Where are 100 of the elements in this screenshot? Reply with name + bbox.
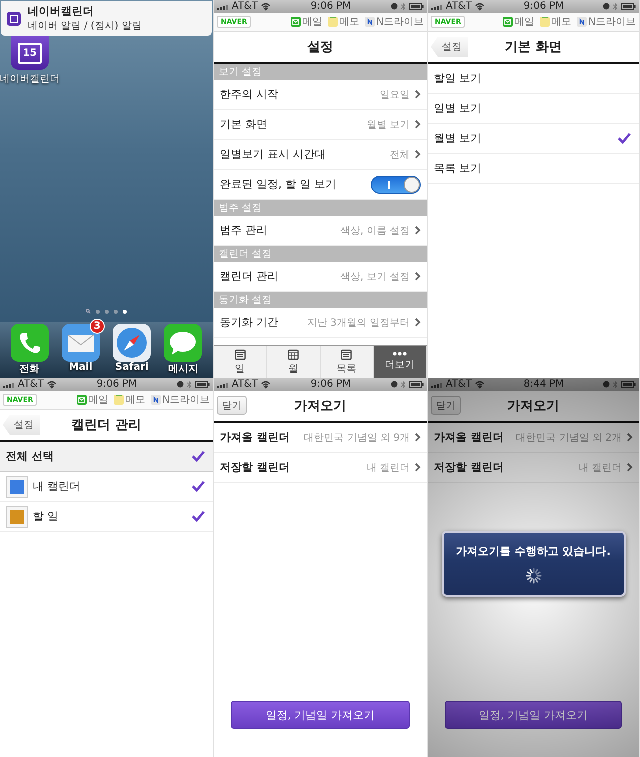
progress-message: 가져오기를 수행하고 있습니다. bbox=[456, 544, 611, 558]
row-label: 기본 화면 bbox=[220, 117, 268, 132]
settings-row[interactable]: 일별보기 표시 시간대 전체 bbox=[214, 140, 427, 170]
screen-title: 설정 bbox=[308, 39, 334, 56]
app-label: Safari bbox=[115, 362, 149, 373]
import-button[interactable]: 일정, 기념일 가져오기 bbox=[445, 701, 622, 729]
carrier-name: AT&T bbox=[232, 379, 258, 390]
service-link[interactable]: 메일 bbox=[290, 15, 323, 29]
battery-icon bbox=[409, 3, 424, 10]
calendar-row[interactable]: 할 일 bbox=[0, 502, 213, 532]
section-header: 범주 설정 bbox=[214, 200, 427, 216]
chevron-right-icon bbox=[415, 272, 421, 281]
option-row[interactable]: 할일 보기 bbox=[428, 64, 639, 94]
bluetooth-icon bbox=[613, 380, 618, 388]
row-label: 저장할 캘린더 bbox=[220, 460, 290, 475]
carrier-name: AT&T bbox=[18, 379, 44, 390]
notification-banner[interactable]: 네이버캘린더 네이버 알림 / (정시) 알림 bbox=[1, 1, 212, 36]
close-button[interactable]: 닫기 bbox=[217, 396, 247, 415]
row-value: 대한민국 기념일 외 2개 bbox=[516, 432, 622, 444]
phone-icon[interactable] bbox=[10, 324, 49, 362]
notification-badge: 3 bbox=[90, 319, 105, 334]
envelope-icon bbox=[76, 395, 87, 405]
section-header: 보기 설정 bbox=[214, 64, 427, 80]
chevron-right-icon bbox=[415, 318, 421, 327]
service-link[interactable]: N드라이브 bbox=[150, 393, 210, 407]
settings-row[interactable]: 기본 화면 월별 보기 bbox=[214, 110, 427, 140]
option-row[interactable]: 월별 보기 bbox=[428, 124, 639, 154]
section-header: 동기화 설정 bbox=[214, 292, 427, 308]
carrier-name: AT&T bbox=[232, 1, 258, 12]
wifi-icon bbox=[475, 380, 486, 388]
status-time: 9:06 PM bbox=[522, 1, 566, 12]
battery-icon bbox=[409, 381, 424, 388]
row-label: 범주 관리 bbox=[220, 223, 268, 238]
wifi-icon bbox=[261, 2, 272, 10]
option-label: 목록 보기 bbox=[434, 161, 482, 176]
bluetooth-icon bbox=[613, 2, 618, 10]
notification-title: 네이버캘린더 bbox=[28, 4, 95, 19]
chevron-right-icon bbox=[415, 90, 421, 99]
list-row[interactable]: 가져올 캘린더 대한민국 기념일 외 2개 bbox=[428, 423, 639, 453]
close-button[interactable]: 닫기 bbox=[431, 396, 461, 415]
envelope-icon bbox=[502, 17, 513, 27]
service-link[interactable]: 메모 bbox=[540, 15, 572, 29]
service-link[interactable]: N드라이브 bbox=[576, 15, 636, 29]
page-dot[interactable] bbox=[105, 310, 109, 314]
row-label: 완료된 일정, 할 일 보기 bbox=[220, 177, 336, 192]
row-label: 한주의 시작 bbox=[220, 87, 278, 102]
bluetooth-icon bbox=[187, 380, 192, 388]
page-dot[interactable] bbox=[96, 310, 100, 314]
status-time: 8:44 PM bbox=[522, 379, 566, 390]
wifi-icon bbox=[261, 380, 272, 388]
drive-icon bbox=[576, 17, 587, 27]
row-value: 색상, 보기 설정 bbox=[340, 270, 410, 284]
row-label: 일별보기 표시 시간대 bbox=[220, 147, 326, 162]
search-icon[interactable] bbox=[86, 309, 91, 314]
chevron-right-icon bbox=[415, 463, 421, 472]
settings-row[interactable]: 한주의 시작 일요일 bbox=[214, 80, 427, 110]
page-dot[interactable] bbox=[123, 310, 127, 314]
list-row[interactable]: 가져올 캘린더 대한민국 기념일 외 9개 bbox=[214, 423, 427, 453]
tab[interactable]: 더보기 bbox=[374, 346, 427, 378]
calendar-app-icon[interactable]: 15 bbox=[11, 36, 49, 70]
app-label: 메시지 bbox=[168, 363, 198, 376]
row-label: 캘린더 관리 bbox=[220, 269, 278, 284]
speech-bubble-icon[interactable] bbox=[164, 324, 202, 362]
app-label: 네이버캘린더 bbox=[0, 73, 60, 86]
service-link[interactable]: 메모 bbox=[328, 15, 360, 29]
row-value: 대한민국 기념일 외 9개 bbox=[304, 432, 410, 444]
settings-row[interactable]: 동기화 기간 지난 3개월의 일정부터 bbox=[214, 308, 427, 338]
service-link[interactable]: 메일 bbox=[502, 15, 535, 29]
row-value: 내 캘린더 bbox=[366, 462, 410, 474]
option-row[interactable]: 목록 보기 bbox=[428, 154, 639, 184]
calendar-grid-icon bbox=[288, 348, 299, 360]
wifi-icon bbox=[475, 2, 486, 10]
service-link[interactable]: 메일 bbox=[76, 393, 109, 407]
service-link[interactable]: N드라이브 bbox=[364, 15, 424, 29]
option-label: 할일 보기 bbox=[434, 71, 482, 86]
app-label: Mail bbox=[69, 362, 93, 373]
select-all-row[interactable]: 전체 선택 bbox=[0, 442, 213, 472]
page-dot[interactable] bbox=[114, 310, 118, 314]
back-button[interactable]: 설정 bbox=[431, 37, 468, 57]
row-value: 월별 보기 bbox=[366, 118, 410, 132]
list-row[interactable]: 저장할 캘린더 내 캘린더 bbox=[428, 453, 639, 483]
service-link[interactable]: 메모 bbox=[114, 393, 146, 407]
import-button[interactable]: 일정, 기념일 가져오기 bbox=[231, 701, 410, 729]
row-value: 내 캘린더 bbox=[578, 462, 622, 474]
compass-icon[interactable] bbox=[113, 324, 152, 362]
note-icon bbox=[540, 17, 550, 27]
option-label: 월별 보기 bbox=[434, 131, 482, 146]
app-label: 전화 bbox=[20, 363, 40, 376]
row-value: 색상, 이름 설정 bbox=[340, 224, 410, 238]
calendar-row[interactable]: 내 캘린더 bbox=[0, 472, 213, 502]
toggle-switch[interactable] bbox=[371, 176, 421, 194]
carrier-name: AT&T bbox=[446, 1, 472, 12]
list-row[interactable]: 저장할 캘린더 내 캘린더 bbox=[214, 453, 427, 483]
option-row[interactable]: 일별 보기 bbox=[428, 94, 639, 124]
row-label: 동기화 기간 bbox=[220, 315, 278, 330]
signal-icon bbox=[217, 4, 229, 10]
back-button[interactable]: 설정 bbox=[3, 415, 40, 435]
row-value: 전체 bbox=[390, 148, 410, 162]
chevron-right-icon bbox=[415, 150, 421, 159]
status-time: 9:06 PM bbox=[310, 379, 352, 390]
